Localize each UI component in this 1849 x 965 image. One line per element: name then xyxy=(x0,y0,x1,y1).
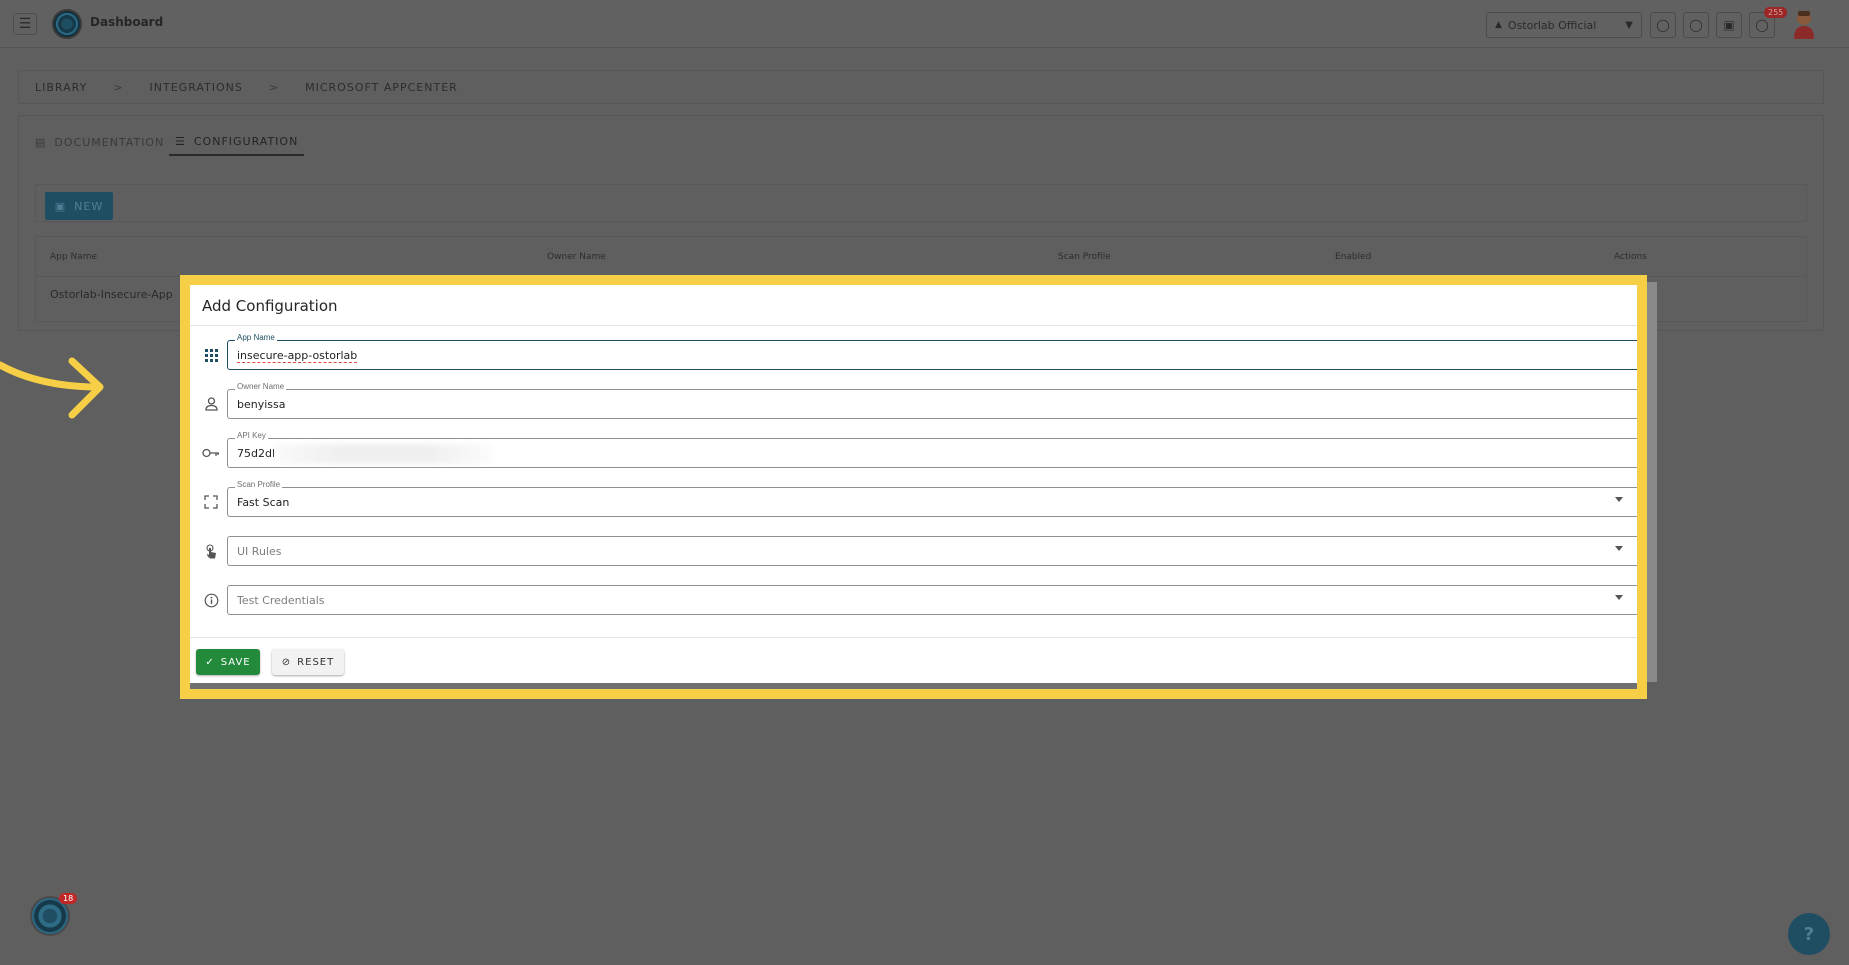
tab-documentation-label: DOCUMENTATION xyxy=(54,135,165,149)
breadcrumb-separator: > xyxy=(268,80,280,94)
scan-frame-icon xyxy=(202,493,220,511)
scan-icon: ◯ xyxy=(1656,18,1670,32)
key-icon xyxy=(202,444,220,462)
api-key-value: 75d2dl xyxy=(237,447,276,460)
touch-icon xyxy=(202,542,220,560)
divider xyxy=(190,637,1637,638)
api-key-field[interactable]: API Key 75d2dl xyxy=(227,431,1637,468)
tab-documentation[interactable]: ▤ DOCUMENTATION xyxy=(29,128,170,156)
test-credentials-select[interactable]: Test Credentials xyxy=(227,585,1637,615)
apps-grid-icon xyxy=(202,346,220,364)
hamburger-menu-button[interactable]: ☰ xyxy=(13,13,37,35)
scan-profile-row: Scan Profile Fast Scan xyxy=(190,480,1637,517)
add-configuration-dialog: Add Configuration App Name insecure-app-… xyxy=(190,285,1637,689)
breadcrumb-library[interactable]: LIBRARY xyxy=(35,81,87,94)
scan-button[interactable]: ◯ xyxy=(1650,12,1676,38)
bell-icon: ◯ xyxy=(1755,18,1769,32)
notification-count-badge: 255 xyxy=(1764,7,1788,18)
test-credentials-row: Test Credentials xyxy=(190,585,1637,615)
dropdown-caret-icon xyxy=(1615,595,1623,600)
api-key-row: API Key 75d2dl xyxy=(190,431,1637,468)
divider xyxy=(190,325,1637,326)
app-logo[interactable] xyxy=(52,9,82,39)
scan-profile-select[interactable]: Scan Profile Fast Scan xyxy=(227,480,1637,517)
column-header-app-name: App Name xyxy=(50,252,97,262)
chevron-down-icon: ▼ xyxy=(1625,19,1633,31)
ticket-icon: ▣ xyxy=(1723,18,1735,32)
redaction-blur xyxy=(274,444,494,464)
api-key-label: API Key xyxy=(235,431,268,440)
dialog-bottom-edge xyxy=(190,683,1637,689)
organization-select[interactable]: ▲ Ostorlab Official ▼ xyxy=(1486,12,1642,38)
dropdown-caret-icon xyxy=(1615,546,1623,551)
block-icon: ⊘ xyxy=(281,656,292,668)
column-header-actions: Actions xyxy=(1614,252,1647,262)
hamburger-icon: ☰ xyxy=(18,16,32,32)
help-widget-badge: 18 xyxy=(59,893,78,904)
organization-name: Ostorlab Official xyxy=(1507,18,1597,32)
scan-profile-label: Scan Profile xyxy=(235,480,283,489)
security-button[interactable]: ◯ xyxy=(1683,12,1709,38)
tab-configuration-label: CONFIGURATION xyxy=(193,134,299,148)
user-avatar[interactable] xyxy=(1792,9,1816,39)
app-name-value: insecure-app-ostorlab xyxy=(237,349,358,363)
ui-rules-select[interactable]: UI Rules xyxy=(227,536,1637,566)
person-icon xyxy=(202,395,220,413)
save-button-label: SAVE xyxy=(220,656,251,668)
app-name-label: App Name xyxy=(235,333,277,342)
new-button[interactable]: ▣ NEW xyxy=(45,192,113,220)
ui-rules-placeholder: UI Rules xyxy=(237,545,282,558)
owner-name-field[interactable]: Owner Name benyissa xyxy=(227,382,1637,419)
breadcrumb: LIBRARY > INTEGRATIONS > MICROSOFT APPCE… xyxy=(18,70,1824,104)
column-header-enabled: Enabled xyxy=(1335,252,1372,262)
breadcrumb-microsoft-appcenter: MICROSOFT APPCENTER xyxy=(305,80,458,94)
column-header-scan-profile: Scan Profile xyxy=(1058,252,1111,262)
page-title: Dashboard xyxy=(90,15,164,29)
top-bar: ☰ Dashboard ▲ Ostorlab Official ▼ ◯ ◯ ▣ … xyxy=(0,0,1849,48)
owner-name-value: benyissa xyxy=(237,398,286,411)
table-cell-app-name: Ostorlab-Insecure-App xyxy=(50,288,173,301)
breadcrumb-integrations[interactable]: INTEGRATIONS xyxy=(150,81,243,94)
info-icon xyxy=(202,591,220,609)
help-button[interactable]: ? xyxy=(1788,913,1830,955)
column-header-owner-name: Owner Name xyxy=(547,252,606,262)
toolbar-box xyxy=(35,184,1807,222)
calendar-icon: ▣ xyxy=(54,199,67,213)
owner-name-row: Owner Name benyissa xyxy=(190,382,1637,419)
check-icon: ✓ xyxy=(205,656,215,668)
reset-button-label: RESET xyxy=(297,656,335,668)
highlight-arrow-icon xyxy=(0,357,104,419)
shield-icon: ◯ xyxy=(1689,18,1703,32)
ui-rules-row: UI Rules xyxy=(190,536,1637,566)
breadcrumb-separator: > xyxy=(113,80,124,94)
save-button[interactable]: ✓ SAVE xyxy=(196,649,260,675)
document-icon: ▤ xyxy=(35,135,47,149)
tab-configuration[interactable]: ☰ CONFIGURATION xyxy=(169,128,305,156)
app-name-row: App Name insecure-app-ostorlab xyxy=(190,333,1637,370)
ticket-button[interactable]: ▣ xyxy=(1716,12,1742,38)
dropdown-caret-icon xyxy=(1615,497,1623,502)
owner-name-label: Owner Name xyxy=(235,382,287,391)
scan-profile-value: Fast Scan xyxy=(237,496,290,509)
organization-icon: ▲ xyxy=(1495,20,1502,30)
app-name-field[interactable]: App Name insecure-app-ostorlab xyxy=(227,333,1637,370)
dialog-title: Add Configuration xyxy=(202,297,338,315)
reset-button[interactable]: ⊘ RESET xyxy=(272,649,344,675)
test-credentials-placeholder: Test Credentials xyxy=(237,594,325,607)
new-button-label: NEW xyxy=(74,199,104,213)
sliders-icon: ☰ xyxy=(175,134,186,148)
